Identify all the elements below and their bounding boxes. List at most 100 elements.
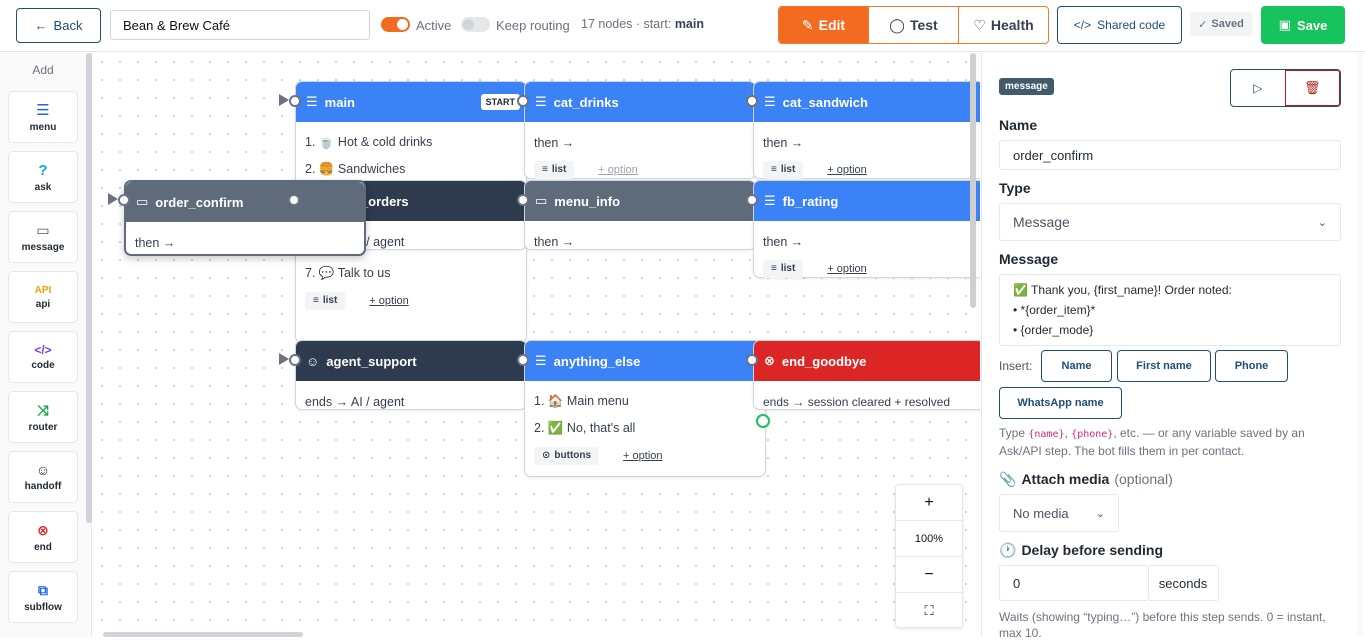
nodes-info: 17 nodes · start: main bbox=[581, 17, 704, 31]
input-port[interactable] bbox=[517, 194, 529, 206]
delete-button[interactable]: 🗑 bbox=[1284, 70, 1340, 106]
input-port[interactable] bbox=[746, 194, 758, 206]
paperclip-icon: 📎 bbox=[999, 471, 1017, 487]
input-port[interactable] bbox=[118, 194, 130, 206]
name-input[interactable]: order_confirm bbox=[999, 140, 1341, 170]
message-textarea[interactable]: ✅ Thank you, {first_name}! Order noted: … bbox=[999, 274, 1341, 346]
message-icon: ▭ bbox=[535, 193, 548, 208]
add-option-link[interactable]: + option bbox=[623, 450, 662, 462]
node-anything-else[interactable]: ☰ anything_else 1. 🏠 Main menu 2. ✅ No, t… bbox=[524, 340, 766, 477]
palette-scrollbar[interactable] bbox=[86, 53, 92, 523]
insert-whatsapp-name-button[interactable]: WhatsApp name bbox=[999, 387, 1122, 419]
keep-routing-toggle[interactable] bbox=[461, 17, 490, 32]
node-fb-rating[interactable]: ☰ fb_rating then → ≡ list + option bbox=[753, 180, 980, 278]
message-icon: ▭ bbox=[136, 194, 149, 209]
canvas-vertical-scrollbar[interactable] bbox=[970, 53, 976, 308]
panel-scrollbar[interactable] bbox=[1357, 53, 1363, 637]
input-port[interactable] bbox=[289, 354, 301, 366]
add-option-link[interactable]: + option bbox=[827, 263, 866, 275]
menu-list-icon: ☰ bbox=[36, 102, 50, 119]
node-end-goodbye[interactable]: ⊗ end_goodbye ends → session cleared + re… bbox=[753, 340, 980, 410]
input-port[interactable] bbox=[517, 95, 529, 107]
output-port[interactable] bbox=[288, 194, 300, 206]
palette-item-subflow[interactable]: ⧉ subflow bbox=[8, 571, 78, 623]
tab-test[interactable]: ◯ Test bbox=[868, 7, 958, 43]
keep-routing-label: Keep routing bbox=[496, 18, 570, 33]
palette-item-message[interactable]: ▭ message bbox=[8, 211, 78, 263]
handoff-icon: ☺ bbox=[306, 353, 320, 369]
menu-list-icon: ☰ bbox=[306, 94, 318, 109]
zoom-level: 100% bbox=[896, 521, 962, 557]
zoom-out-button[interactable]: − bbox=[896, 557, 962, 593]
start-arrow-icon bbox=[279, 353, 289, 365]
input-port[interactable] bbox=[746, 95, 758, 107]
tab-health[interactable]: ♡ Health bbox=[958, 7, 1048, 43]
add-option-link[interactable]: + option bbox=[369, 295, 408, 307]
node-type-badge: message bbox=[999, 78, 1054, 95]
shared-code-button[interactable]: </> Shared code bbox=[1057, 6, 1182, 44]
tab-edit[interactable]: ✎ Edit bbox=[779, 7, 868, 43]
check-icon: ✓ bbox=[1198, 18, 1208, 31]
menu-option-row: 1. 🍵 Hot & cold drinks bbox=[305, 135, 433, 149]
active-toggle[interactable] bbox=[381, 17, 410, 32]
add-option-link[interactable]: + option bbox=[827, 164, 866, 176]
code-icon: </> bbox=[1073, 18, 1092, 32]
heart-icon: ♡ bbox=[973, 16, 986, 33]
api-icon: API bbox=[34, 284, 52, 296]
node-menu-info[interactable]: ▭ menu_info then → bbox=[524, 180, 756, 250]
clock-icon: 🕐 bbox=[999, 542, 1017, 558]
message-label: Message bbox=[999, 251, 1059, 267]
menu-list-icon: ☰ bbox=[764, 94, 776, 109]
palette-item-api[interactable]: API api bbox=[8, 271, 78, 323]
insert-name-button[interactable]: Name bbox=[1041, 350, 1112, 382]
input-port[interactable] bbox=[517, 354, 529, 366]
media-select[interactable]: No media ⌄ bbox=[999, 494, 1119, 532]
list-icon: ≡ bbox=[771, 263, 777, 274]
add-option-link[interactable]: + option bbox=[598, 164, 637, 176]
delay-unit: seconds bbox=[1148, 565, 1219, 601]
delay-input[interactable]: 0 bbox=[999, 565, 1149, 601]
router-icon: ⤨ bbox=[37, 401, 49, 418]
node-cat-drinks[interactable]: ☰ cat_drinks then → ≡ list + option bbox=[524, 81, 756, 179]
input-port[interactable] bbox=[289, 95, 301, 107]
menu-option-row: 2. ✅ No, that's all bbox=[534, 421, 636, 435]
palette-item-ask[interactable]: ? ask bbox=[8, 151, 78, 203]
play-button[interactable]: ▷ bbox=[1231, 70, 1285, 106]
palette-item-router[interactable]: ⤨ router bbox=[8, 391, 78, 443]
palette-heading: Add bbox=[32, 63, 54, 77]
palette-item-end[interactable]: ⊗ end bbox=[8, 511, 78, 563]
node-cat-sandwich[interactable]: ☰ cat_sandwich then → ≡ list + option bbox=[753, 81, 980, 179]
palette-item-handoff[interactable]: ☺ handoff bbox=[8, 451, 78, 503]
attach-media-label: 📎 Attach media (optional) bbox=[999, 471, 1173, 487]
output-port[interactable] bbox=[756, 414, 770, 428]
insert-phone-button[interactable]: Phone bbox=[1215, 350, 1288, 382]
canvas-horizontal-scrollbar[interactable] bbox=[103, 632, 303, 637]
code-icon: </> bbox=[34, 343, 52, 357]
saved-status-badge: ✓ Saved bbox=[1190, 12, 1252, 36]
insert-first-name-button[interactable]: First name bbox=[1117, 350, 1211, 382]
zoom-in-button[interactable]: + bbox=[896, 485, 962, 521]
save-button[interactable]: ▣ Save bbox=[1261, 6, 1345, 44]
name-label: Name bbox=[999, 117, 1038, 133]
menu-list-icon: ☰ bbox=[764, 193, 776, 208]
flow-title-input[interactable] bbox=[110, 10, 370, 40]
input-port[interactable] bbox=[746, 354, 758, 366]
list-icon: ≡ bbox=[313, 295, 319, 306]
type-select[interactable]: Message ⌄ bbox=[999, 203, 1341, 241]
buttons-icon: ⊙ bbox=[542, 450, 551, 461]
node-agent-support[interactable]: ☺ agent_support ends → AI / agent bbox=[295, 340, 527, 410]
fit-view-button[interactable]: ⛶ bbox=[896, 593, 962, 629]
palette-item-code[interactable]: </> code bbox=[8, 331, 78, 383]
node-order-confirm[interactable]: ▭ order_confirm then → bbox=[124, 180, 366, 256]
node-actions: ▷ 🗑 bbox=[1230, 69, 1341, 107]
delay-label: 🕐 Delay before sending bbox=[999, 542, 1164, 558]
insert-label: Insert: bbox=[999, 359, 1033, 373]
flow-canvas[interactable]: ☰ main START 1. 🍵 Hot & cold drinks 2. 🍔 … bbox=[93, 53, 980, 637]
palette-item-menu[interactable]: ☰ menu bbox=[8, 91, 78, 143]
buttons-chip: ⊙ buttons bbox=[534, 446, 600, 465]
top-bar: ← Back Active Keep routing 17 nodes · st… bbox=[0, 0, 1365, 52]
variables-help-text: Type {name}, {phone}, etc. — or any vari… bbox=[999, 426, 1305, 458]
back-button[interactable]: ← Back bbox=[16, 8, 101, 43]
zoom-controls: + 100% − ⛶ bbox=[895, 484, 963, 628]
subflow-icon: ⧉ bbox=[38, 581, 48, 598]
